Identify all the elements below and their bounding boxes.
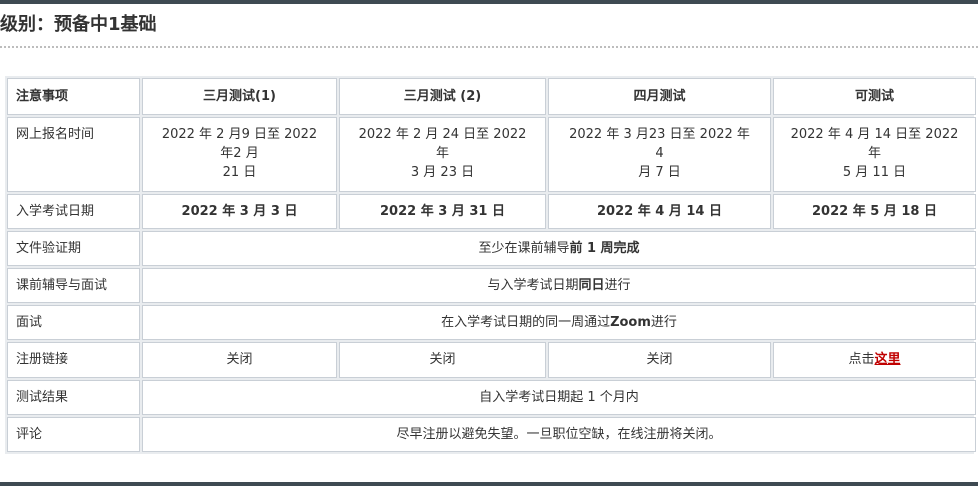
exam-date-april: 2022 年 4 月 14 日 xyxy=(548,193,771,229)
cell-line: 2022 年 2 月9 日至 2022 xyxy=(161,127,318,143)
bold-text-segment: Zoom xyxy=(610,315,651,331)
row-label: 网上报名时间 xyxy=(7,117,140,192)
row-label: 文件验证期 xyxy=(7,230,140,267)
document-verification-value: 至少在课前辅导前 1 周完成 xyxy=(142,230,976,267)
comment-value: 尽早注册以避免失望。一旦职位空缺，在线注册将关闭。 xyxy=(142,416,976,452)
header-cell-march-1: 三月测试(1) xyxy=(142,78,337,116)
bold-text-segment: 前 1 周完成 xyxy=(569,240,640,256)
cell-line: 2022 年 4 月 14 日至 2022 xyxy=(790,127,959,143)
row-label: 入学考试日期 xyxy=(7,193,140,229)
register-here-link[interactable]: 这里 xyxy=(875,352,901,367)
result-value: 自入学考试日期起 1 个月内 xyxy=(142,379,976,415)
cell-line: 2022 年 3 月23 日至 2022 年 xyxy=(569,127,750,143)
cell-line: 月 7 日 xyxy=(638,165,681,181)
registration-link-april: 关闭 xyxy=(548,342,771,378)
header-cell-april: 四月测试 xyxy=(548,78,771,116)
row-label: 测试结果 xyxy=(7,379,140,415)
table-row-interview: 面试 在入学考试日期的同一周通过Zoom进行 xyxy=(7,305,976,341)
cell-line: 5 月 11 日 xyxy=(842,165,907,181)
table-row-document-verification: 文件验证期 至少在课前辅导前 1 周完成 xyxy=(7,230,976,267)
header-cell-available: 可测试 xyxy=(773,78,976,116)
header-cell-notice: 注意事项 xyxy=(7,78,140,116)
row-label: 注册链接 xyxy=(7,342,140,378)
table-row-exam-date: 入学考试日期 2022 年 3 月 3 日 2022 年 3 月 31 日 20… xyxy=(7,193,976,229)
text-segment: 点击 xyxy=(848,352,875,368)
exam-date-march-1: 2022 年 3 月 3 日 xyxy=(142,193,337,229)
row-label: 课前辅导与面试 xyxy=(7,268,140,304)
table-row-registration-time: 网上报名时间 2022 年 2 月9 日至 2022 年2 月 21 日 202… xyxy=(7,117,976,192)
text-segment: 至少在课前辅导 xyxy=(478,240,570,256)
registration-link-available: 点击这里 xyxy=(773,342,976,378)
registration-time-march-2: 2022 年 2 月 24 日至 2022 年 3 月 23 日 xyxy=(339,117,546,192)
exam-date-available: 2022 年 5 月 18 日 xyxy=(773,193,976,229)
registration-link-march-1: 关闭 xyxy=(142,342,337,378)
registration-link-march-2: 关闭 xyxy=(339,342,546,378)
schedule-table-container: 注意事项 三月测试(1) 三月测试 (2) 四月测试 可测试 网上报名时间 20… xyxy=(5,76,976,454)
registration-time-march-1: 2022 年 2 月9 日至 2022 年2 月 21 日 xyxy=(142,117,337,192)
interview-value: 在入学考试日期的同一周通过Zoom进行 xyxy=(142,305,976,341)
table-row-result: 测试结果 自入学考试日期起 1 个月内 xyxy=(7,379,976,415)
header-cell-march-2: 三月测试 (2) xyxy=(339,78,546,116)
pre-course-value: 与入学考试日期同日进行 xyxy=(142,268,976,304)
cell-line: 3 月 23 日 xyxy=(410,165,475,181)
table-header-row: 注意事项 三月测试(1) 三月测试 (2) 四月测试 可测试 xyxy=(7,78,976,116)
registration-time-april: 2022 年 3 月23 日至 2022 年 4 月 7 日 xyxy=(548,117,771,192)
bottom-border-bar xyxy=(0,482,978,486)
bold-text-segment: 同日 xyxy=(578,278,605,294)
registration-time-available: 2022 年 4 月 14 日至 2022 年 5 月 11 日 xyxy=(773,117,976,192)
table-row-registration-link: 注册链接 关闭 关闭 关闭 点击这里 xyxy=(7,342,976,378)
page-title: 级别：预备中1基础 xyxy=(0,14,157,35)
cell-line: 年2 月 xyxy=(220,146,259,162)
text-segment: 与入学考试日期 xyxy=(487,278,579,294)
text-segment: 进行 xyxy=(604,278,631,294)
dotted-divider xyxy=(0,46,978,48)
cell-line: 21 日 xyxy=(222,165,257,181)
schedule-table: 注意事项 三月测试(1) 三月测试 (2) 四月测试 可测试 网上报名时间 20… xyxy=(5,76,978,454)
top-border-bar xyxy=(0,0,978,4)
text-segment: 在入学考试日期的同一周通过 xyxy=(441,315,611,331)
cell-line: 4 xyxy=(655,146,664,162)
table-row-comment: 评论 尽早注册以避免失望。一旦职位空缺，在线注册将关闭。 xyxy=(7,416,976,452)
cell-line: 年 xyxy=(435,146,449,162)
text-segment: 进行 xyxy=(650,315,677,331)
table-row-pre-course: 课前辅导与面试 与入学考试日期同日进行 xyxy=(7,268,976,304)
exam-date-march-2: 2022 年 3 月 31 日 xyxy=(339,193,546,229)
row-label: 评论 xyxy=(7,416,140,452)
row-label: 面试 xyxy=(7,305,140,341)
cell-line: 2022 年 2 月 24 日至 2022 xyxy=(358,127,527,143)
cell-line: 年 xyxy=(867,146,881,162)
